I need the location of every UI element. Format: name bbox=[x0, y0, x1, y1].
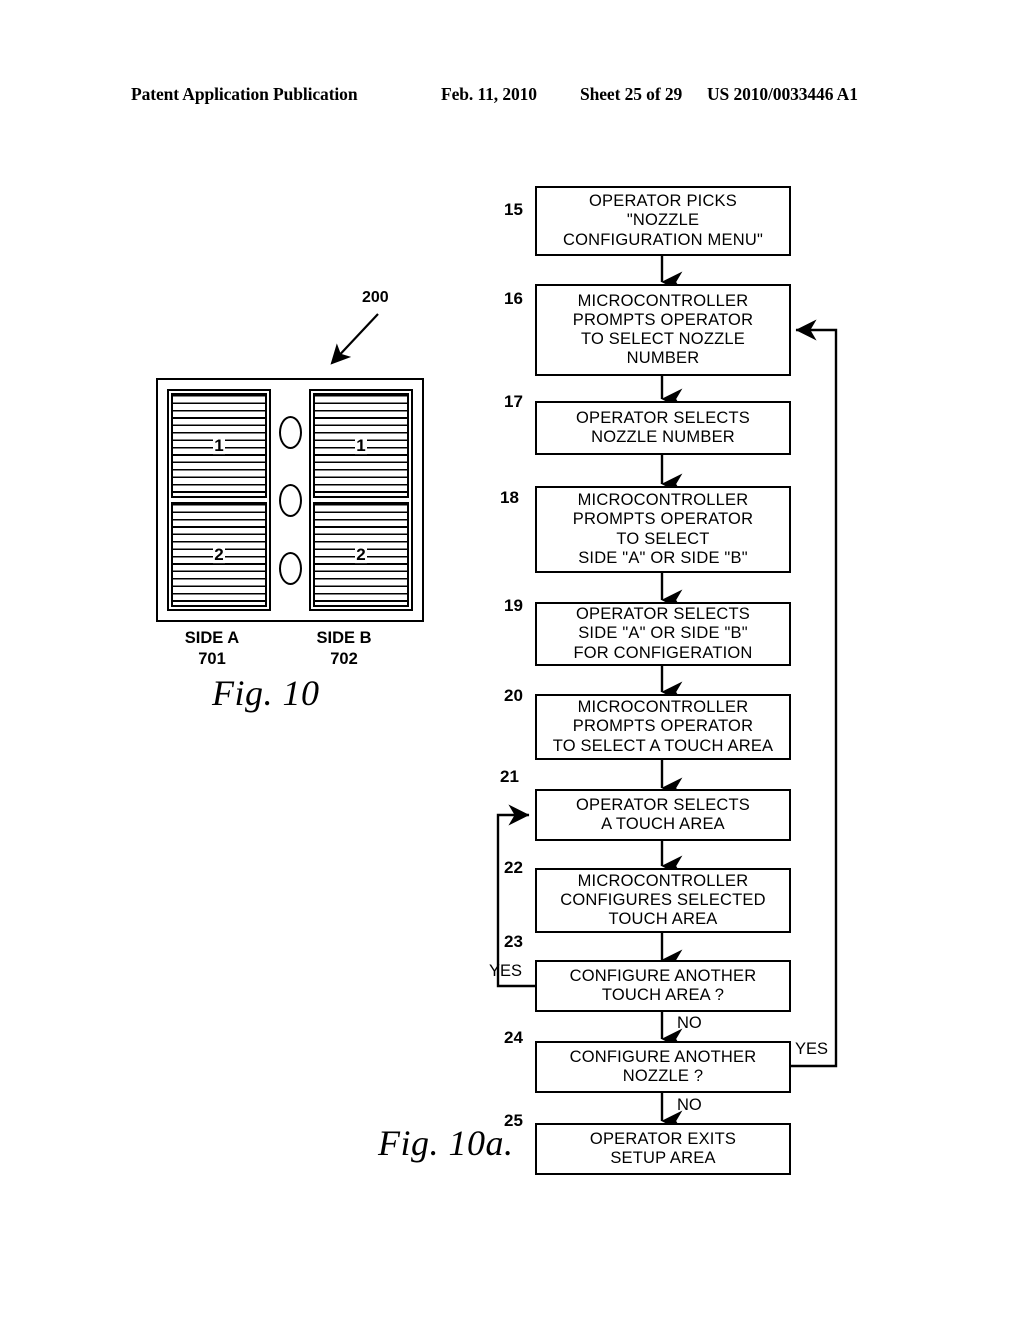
branch-label-no-touch-area: NO bbox=[677, 1014, 702, 1032]
figure-10a-flowchart: OPERATOR PICKS "NOZZLE CONFIGURATION MEN… bbox=[0, 0, 1024, 1320]
flow-ref-23: 23 bbox=[504, 932, 523, 951]
flow-box-22[interactable]: MICROCONTROLLER CONFIGURES SELECTED TOUC… bbox=[535, 868, 791, 933]
branch-label-no-nozzle: NO bbox=[677, 1096, 702, 1114]
flow-ref-19: 19 bbox=[504, 596, 523, 615]
branch-label-yes-nozzle: YES bbox=[795, 1040, 829, 1058]
flow-box-18[interactable]: MICROCONTROLLER PROMPTS OPERATOR TO SELE… bbox=[535, 486, 791, 573]
flow-ref-17: 17 bbox=[504, 392, 523, 411]
flow-ref-21: 21 bbox=[500, 767, 519, 786]
flow-ref-22: 22 bbox=[504, 858, 523, 877]
figure-10a-caption: Fig. 10a. bbox=[378, 1123, 514, 1163]
branch-label-yes-touch-area: YES bbox=[489, 962, 523, 980]
flow-box-16[interactable]: MICROCONTROLLER PROMPTS OPERATOR TO SELE… bbox=[535, 284, 791, 376]
flow-ref-18: 18 bbox=[500, 488, 519, 507]
flow-box-15[interactable]: OPERATOR PICKS "NOZZLE CONFIGURATION MEN… bbox=[535, 186, 791, 256]
flow-box-17[interactable]: OPERATOR SELECTS NOZZLE NUMBER bbox=[535, 401, 791, 455]
flow-box-24[interactable]: CONFIGURE ANOTHER NOZZLE ? bbox=[535, 1041, 791, 1093]
flow-ref-24: 24 bbox=[504, 1028, 523, 1047]
flow-box-21[interactable]: OPERATOR SELECTS A TOUCH AREA bbox=[535, 789, 791, 841]
flow-ref-20: 20 bbox=[504, 686, 523, 705]
flow-box-20[interactable]: MICROCONTROLLER PROMPTS OPERATOR TO SELE… bbox=[535, 694, 791, 760]
flow-ref-16: 16 bbox=[504, 289, 523, 308]
flow-box-25[interactable]: OPERATOR EXITS SETUP AREA bbox=[535, 1123, 791, 1175]
flow-box-23[interactable]: CONFIGURE ANOTHER TOUCH AREA ? bbox=[535, 960, 791, 1012]
flow-ref-15: 15 bbox=[504, 200, 523, 219]
flow-box-19[interactable]: OPERATOR SELECTS SIDE "A" OR SIDE "B" FO… bbox=[535, 602, 791, 666]
